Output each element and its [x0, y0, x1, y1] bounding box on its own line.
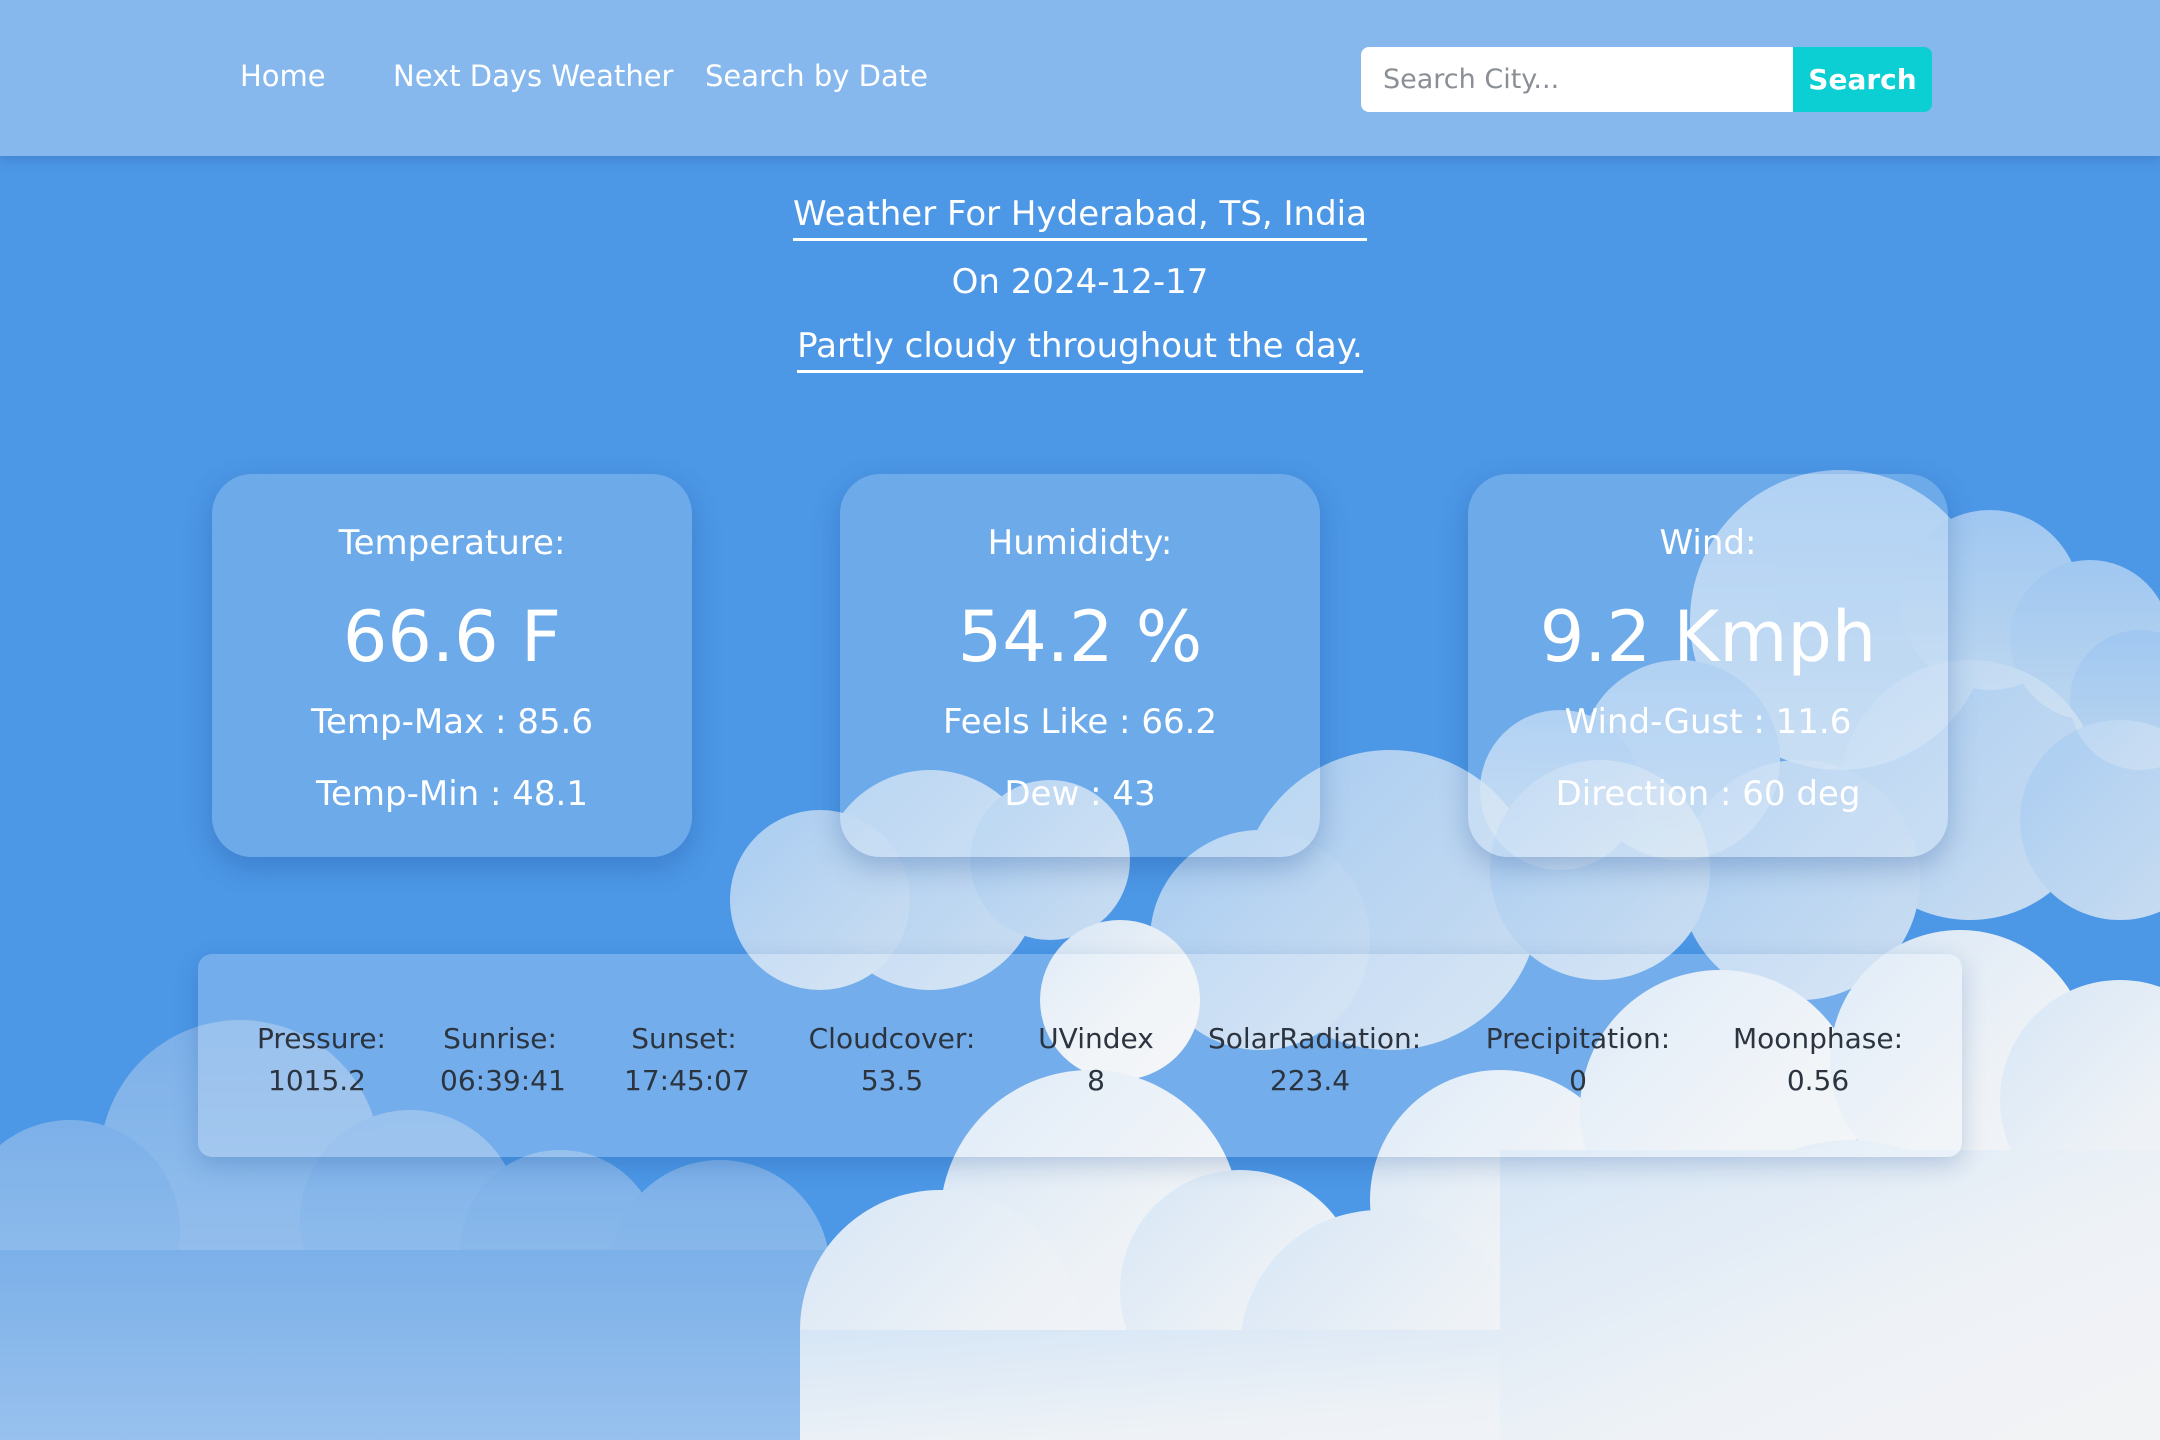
search-button[interactable]: Search: [1793, 47, 1932, 112]
weather-stats-panel: Pressure: 1015.2 Sunrise: 06:39:41 Sunse…: [198, 954, 1962, 1157]
stat-label: Cloudcover:: [808, 1022, 976, 1055]
stat-cloudcover: Cloudcover: 53.5: [804, 1018, 980, 1102]
temperature-value: 66.6 F: [342, 596, 562, 678]
stat-sunset: Sunset: 17:45:07: [624, 1018, 750, 1102]
stat-label: Moonphase:: [1732, 1022, 1904, 1055]
stat-label: SolarRadiation:: [1208, 1022, 1422, 1055]
location-title: Weather For Hyderabad, TS, India: [793, 194, 1367, 241]
card-title: Humididty:: [987, 523, 1173, 563]
top-navbar: Home Next Days Weather Search by Date Se…: [0, 0, 2160, 156]
humidity-value: 54.2 %: [957, 596, 1203, 678]
stat-value: 06:39:41: [440, 1064, 566, 1097]
nav-link-search-by-date[interactable]: Search by Date: [705, 56, 928, 96]
stat-moonphase: Moonphase: 0.56: [1723, 1018, 1913, 1102]
weather-heading: Weather For Hyderabad, TS, India On 2024…: [790, 190, 1370, 377]
stat-label: Pressure:: [257, 1022, 386, 1055]
stat-precipitation: Precipitation: 0: [1483, 1018, 1673, 1102]
date-text: On 2024-12-17: [951, 262, 1209, 302]
wind-card: Wind: 9.2 Kmph Wind-Gust : 11.6 Directio…: [1468, 474, 1948, 857]
humidity-card: Humididty: 54.2 % Feels Like : 66.2 Dew …: [840, 474, 1320, 857]
stat-value: 53.5: [860, 1064, 924, 1097]
nav-link-next-days-weather[interactable]: Next Days Weather: [393, 56, 673, 96]
stat-solar-radiation: SolarRadiation: 223.4: [1208, 1018, 1422, 1102]
card-title: Temperature:: [338, 523, 566, 563]
stat-label: Sunrise:: [443, 1022, 557, 1055]
stat-sunrise: Sunrise: 06:39:41: [440, 1018, 566, 1102]
stat-label: UVindex: [1038, 1022, 1154, 1055]
temp-min: Temp-Min : 48.1: [316, 774, 588, 814]
stat-value: 0: [1569, 1064, 1587, 1097]
feels-like: Feels Like : 66.2: [942, 702, 1218, 742]
temp-max: Temp-Max : 85.6: [311, 702, 593, 742]
dew-point: Dew : 43: [1004, 774, 1156, 814]
wind-gust: Wind-Gust : 11.6: [1564, 702, 1852, 742]
wind-speed-value: 9.2 Kmph: [1539, 596, 1877, 678]
stat-label: Precipitation:: [1485, 1022, 1671, 1055]
stat-value: 8: [1087, 1064, 1105, 1097]
wind-direction: Direction : 60 deg: [1555, 774, 1861, 814]
card-title: Wind:: [1659, 523, 1757, 563]
stat-label: Sunset:: [631, 1022, 737, 1055]
temperature-card: Temperature: 66.6 F Temp-Max : 85.6 Temp…: [212, 474, 692, 857]
weather-description: Partly cloudy throughout the day.: [797, 326, 1363, 373]
stat-value: 223.4: [1269, 1064, 1351, 1097]
stat-pressure: Pressure: 1015.2: [257, 1018, 386, 1102]
stat-value: 0.56: [1786, 1064, 1850, 1097]
stat-uvindex: UVindex 8: [1036, 1018, 1156, 1102]
stat-value: 1015.2: [268, 1064, 366, 1097]
search-city-input[interactable]: [1361, 47, 1794, 112]
nav-link-home[interactable]: Home: [240, 56, 326, 96]
stat-value: 17:45:07: [624, 1064, 750, 1097]
